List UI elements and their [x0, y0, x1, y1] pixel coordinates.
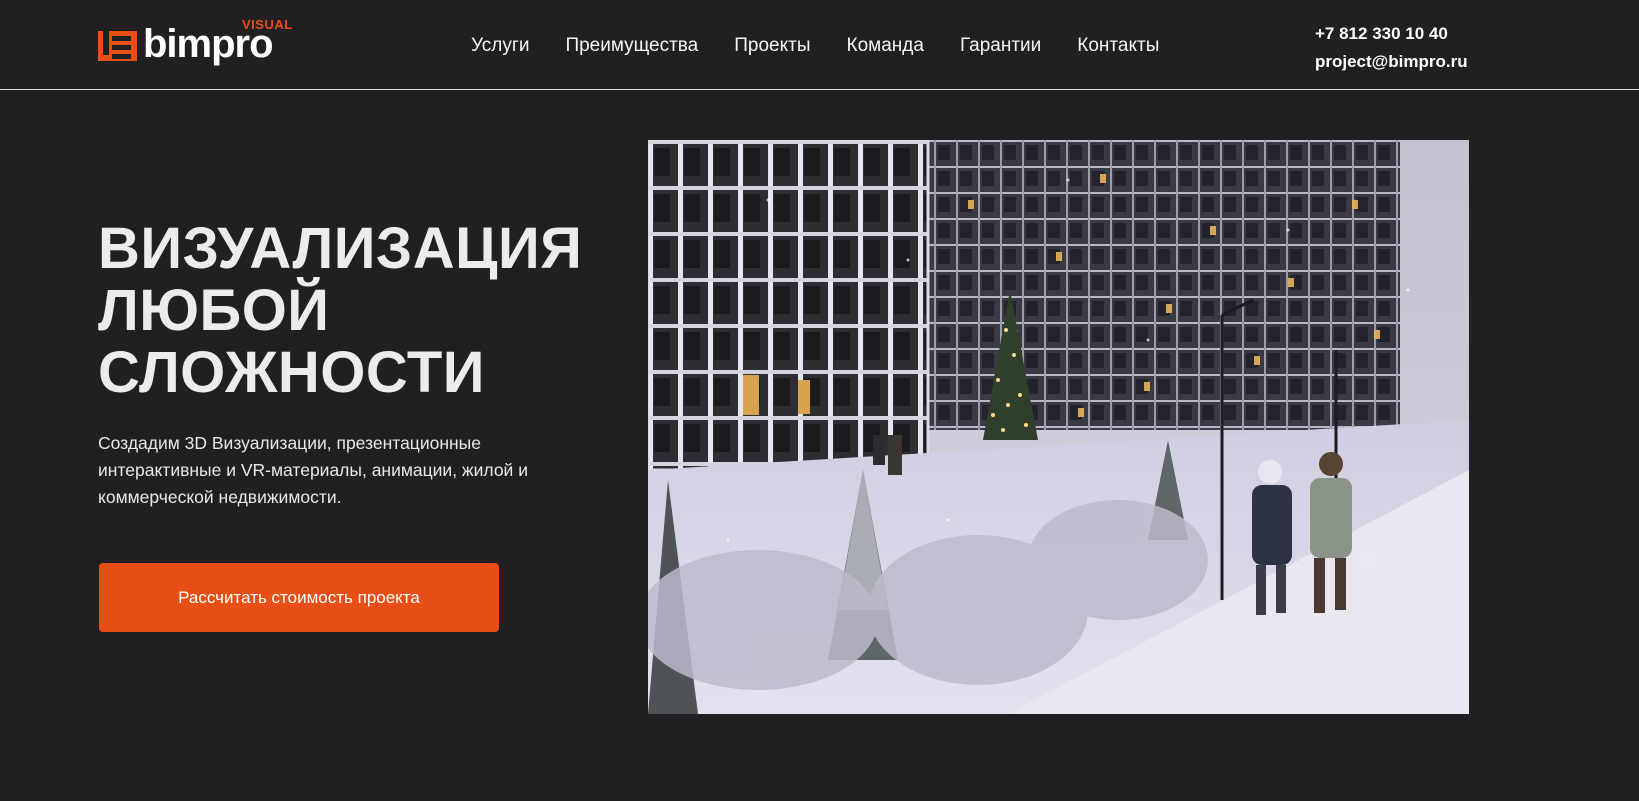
nav-item-team[interactable]: Команда	[847, 33, 924, 59]
hero-title: ВИЗУАЛИЗАЦИЯ ЛЮБОЙ СЛОЖНОСТИ	[98, 218, 638, 404]
nav-item-services[interactable]: Услуги	[471, 33, 529, 59]
site-header: bimpro VISUAL Услуги Преимущества Проект…	[0, 0, 1639, 90]
main-nav: Услуги Преимущества Проекты Команда Гара…	[471, 33, 1195, 59]
header-contacts: +7 812 330 10 40 project@bimpro.ru	[1315, 20, 1515, 76]
hero-title-line-1: ВИЗУАЛИЗАЦИЯ	[98, 216, 583, 281]
hero-title-line-3: СЛОЖНОСТИ	[98, 340, 485, 405]
hero-image	[648, 140, 1469, 714]
hero-title-line-2: ЛЮБОЙ	[98, 278, 330, 343]
logo-mark-icon	[98, 31, 137, 61]
email-link[interactable]: project@bimpro.ru	[1315, 48, 1515, 76]
nav-item-advantages[interactable]: Преимущества	[565, 33, 698, 59]
calculate-cost-button[interactable]: Рассчитать стоимость проекта	[99, 563, 499, 632]
nav-item-guarantees[interactable]: Гарантии	[960, 33, 1041, 59]
nav-item-contacts[interactable]: Контакты	[1077, 33, 1159, 59]
phone-link[interactable]: +7 812 330 10 40	[1315, 20, 1515, 48]
winter-courtyard-illustration	[648, 140, 1469, 714]
bimpro-logo[interactable]: bimpro VISUAL	[98, 17, 292, 64]
nav-item-projects[interactable]: Проекты	[734, 33, 810, 59]
hero-description: Создадим 3D Визуализации, презентационны…	[98, 433, 528, 507]
logo-superscript: VISUAL	[242, 17, 293, 32]
